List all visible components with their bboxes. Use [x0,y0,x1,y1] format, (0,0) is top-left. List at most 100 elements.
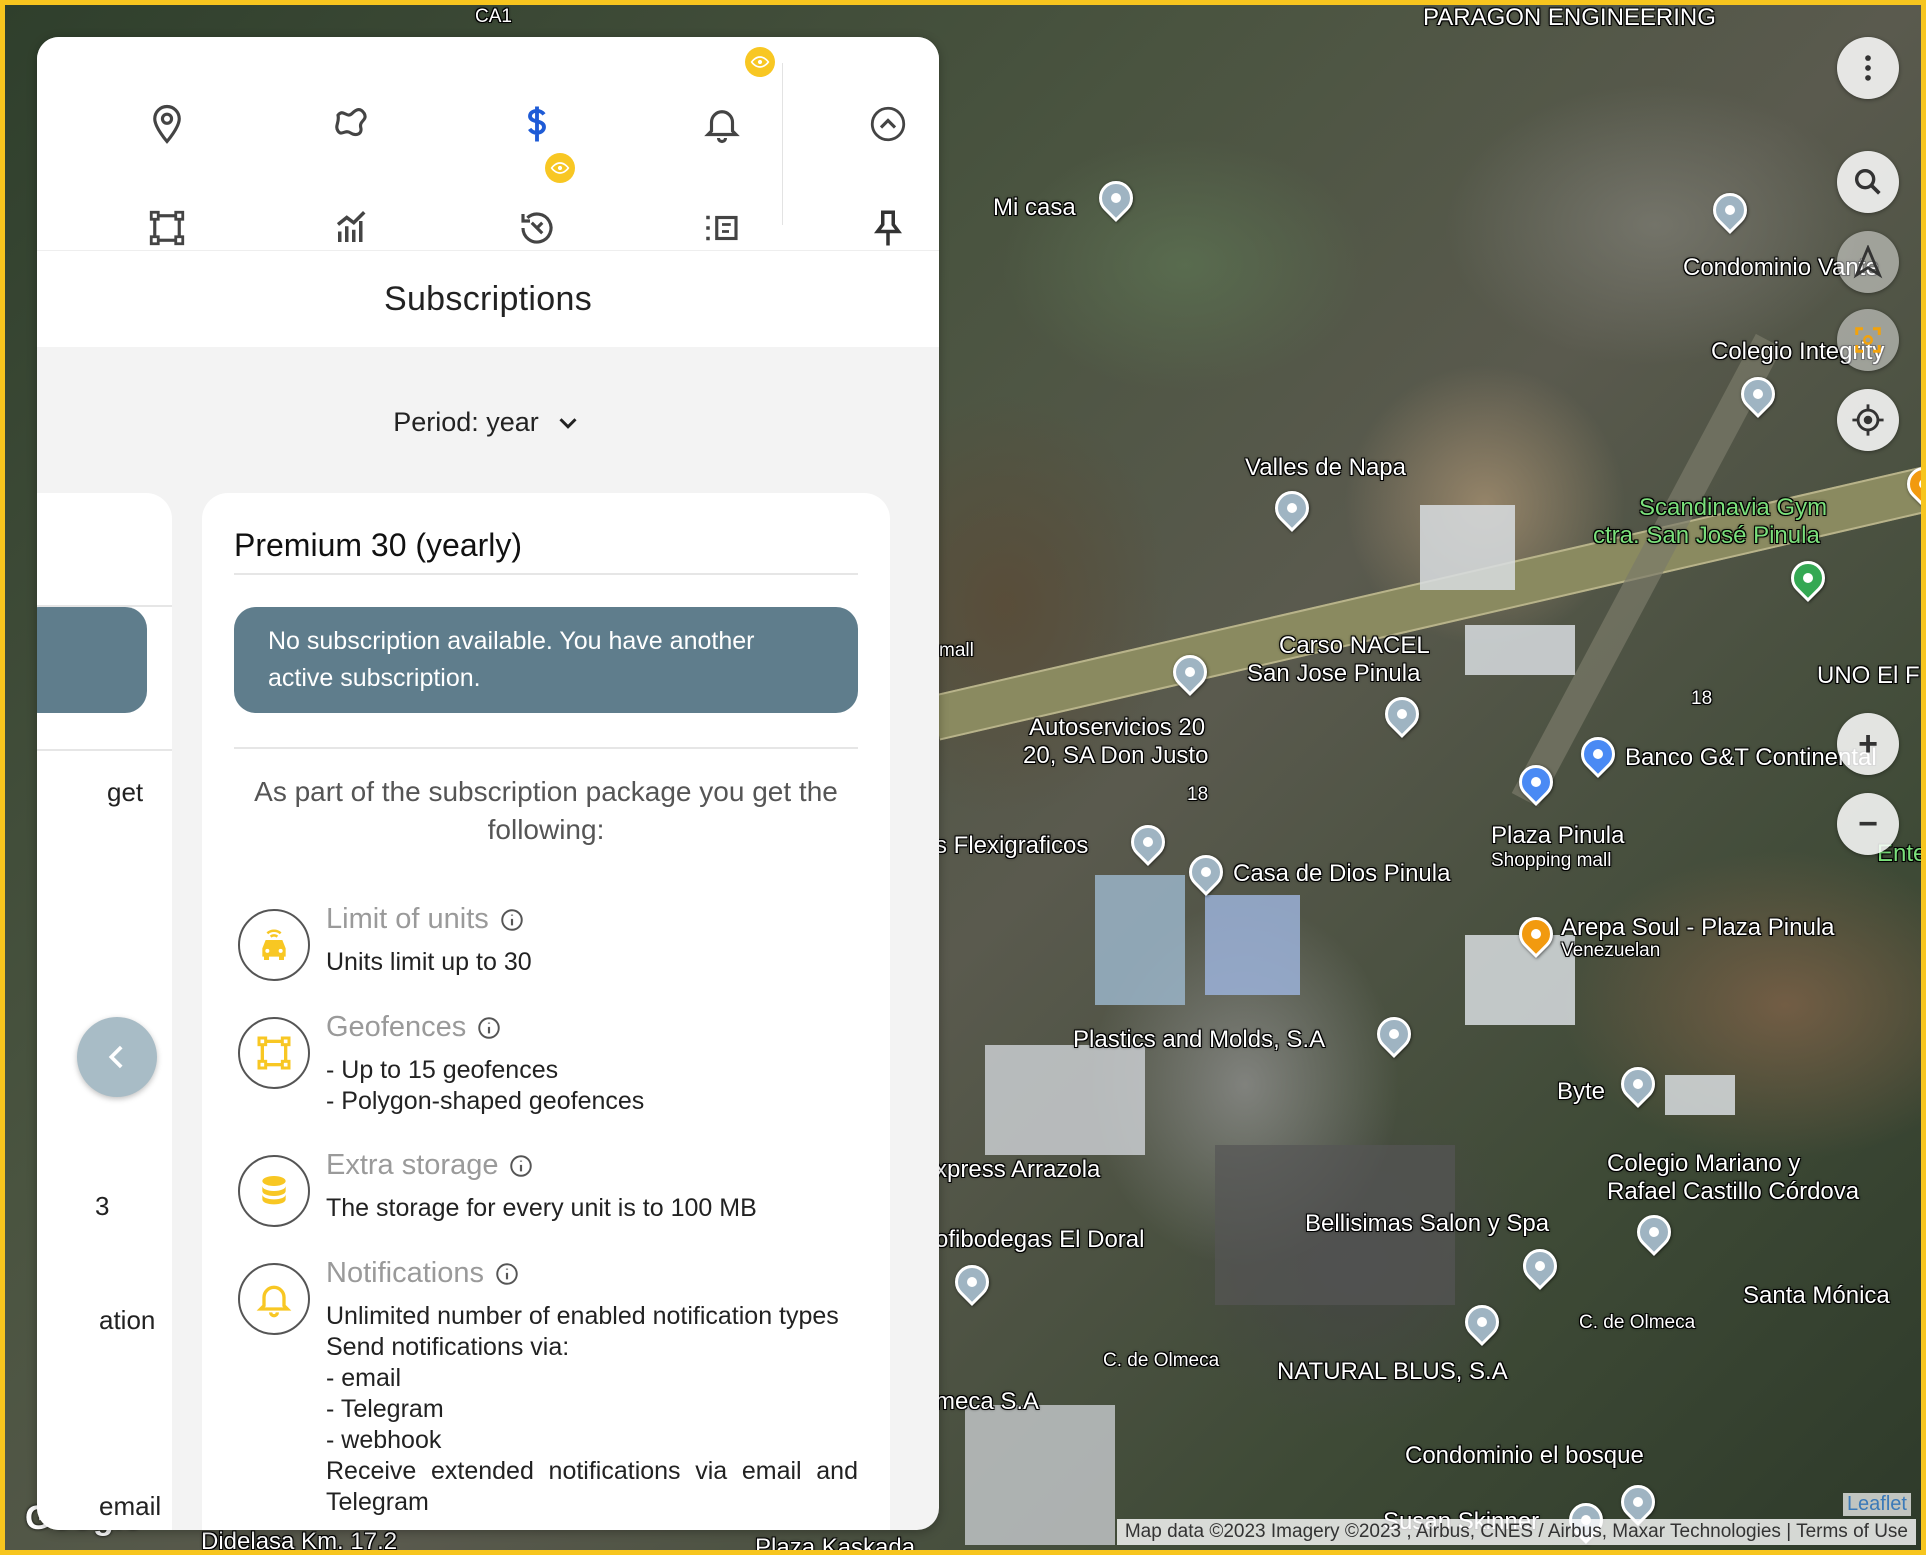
building [965,1405,1115,1545]
navigate-button[interactable] [1837,231,1899,293]
feature-description: - Up to 15 geofences - Polygon-shaped ge… [326,1056,645,1115]
map-label: Mi casa [993,194,1076,221]
map-pin[interactable] [1267,483,1317,533]
map-pin[interactable] [1181,847,1231,897]
page-title: Subscriptions [37,251,939,347]
history-icon [521,212,553,244]
plan-title: Premium 30 (yearly) [234,527,523,563]
map-label: mall [939,640,974,661]
database-icon [262,1176,286,1205]
map-pin[interactable] [1457,1297,1507,1347]
map-label: Bellisimas Salon y Spa [1305,1210,1550,1237]
location-icon [153,104,181,144]
eye-icon [550,162,570,174]
map-label: Colegio Mariano y [1607,1150,1801,1177]
search-button[interactable] [1837,151,1899,213]
map-label: PARAGON ENGINEERING [1423,4,1716,31]
focus-frame-icon [1855,327,1881,353]
map-label: Plaza Pinula [1491,822,1625,849]
feature-name: Notifications [326,1257,484,1289]
info-icon[interactable] [476,1015,502,1041]
map-label: San Jose Pinula [1247,660,1421,687]
feature-description: Units limit up to 30 [326,948,532,976]
map-label: Plaza Kaskada [755,1534,916,1555]
previous-card-notice: r [37,607,147,713]
road-shield: 18 [1187,784,1209,805]
map-pin[interactable] [1705,185,1755,235]
chevron-up-circle-icon [870,106,906,142]
tool-routes[interactable] [307,79,397,169]
map-pin[interactable] [1783,553,1833,603]
focus-button[interactable] [1837,309,1899,371]
building [985,1045,1145,1155]
eye-badge [745,47,775,77]
geofence-icon [149,210,185,246]
map-label: C. de Olmeca [1579,1312,1696,1333]
road-shield: CA1 [475,6,512,27]
map-label: UNO El F [1817,662,1920,689]
feature-name: Geofences [326,1011,467,1043]
toolbar [37,37,939,251]
pin-icon [874,210,902,246]
map-pin[interactable] [947,1257,997,1307]
tool-notifications[interactable] [677,79,767,169]
info-icon[interactable] [499,907,525,933]
route-icon [335,108,367,137]
building [1465,625,1575,675]
info-icon[interactable] [508,1153,534,1179]
map-label: ctra. San José Pinula [1593,522,1820,549]
map-label: Shopping mall [1491,850,1612,871]
map-pin[interactable] [1573,729,1623,779]
previous-plan-button[interactable] [77,1017,157,1097]
map-label: NATURAL BLUS, S.A [1277,1358,1508,1385]
highway [929,448,1921,741]
map-label: Didelasa Km. 17.2 [201,1528,398,1555]
period-label: Period: year [393,407,539,437]
map-label: Byte [1557,1078,1606,1105]
eye-icon [750,56,770,68]
bell-icon [256,1285,292,1318]
info-icon[interactable] [494,1261,520,1287]
building [1095,875,1185,1005]
feature-description: The storage for every unit is to 100 MB [326,1194,757,1222]
map-pin[interactable] [1123,817,1173,867]
my-location-button[interactable] [1837,389,1899,451]
period-selector[interactable]: Period: year [37,407,939,438]
search-icon [1854,168,1881,195]
map-label: 20, SA Don Justo [1023,742,1209,769]
feature-name: Extra storage [326,1149,499,1181]
zoom-in-button[interactable]: + [1837,713,1899,775]
more-options-button[interactable] [1837,37,1899,99]
tool-objects[interactable] [122,79,212,169]
leaflet-link[interactable]: Leaflet [1842,1493,1911,1516]
map-pin[interactable] [1091,173,1141,223]
zoom-out-button[interactable]: − [1837,793,1899,855]
map-pin[interactable] [1613,1059,1663,1109]
map-label: Arepa Soul - Plaza Pinula [1561,914,1835,941]
eye-badge [545,153,575,183]
car-icon [262,929,286,960]
subscription-notice: No subscription available. You have anot… [234,607,858,713]
terms-link[interactable]: Terms of Use [1796,1521,1908,1542]
navigation-arrow-icon [1853,245,1883,279]
subscription-card: Premium 30 (yearly) No subscription avai… [202,493,890,1530]
map-label: Autoservicios 20 [1029,714,1206,741]
map-pin[interactable] [1377,689,1427,739]
package-intro: As part of the subscription package you … [254,776,838,845]
collapse-toolbar-button[interactable] [843,79,933,169]
map-label: Valles de Napa [1245,454,1406,481]
map-pin[interactable] [1369,1009,1419,1059]
app-frame: PARAGON ENGINEERING Mi casa Condominio V… [0,0,1926,1555]
building [1205,895,1300,995]
subscriptions-panel: Subscriptions Period: year r get 3 ation… [37,37,939,1530]
dollar-icon [528,106,546,142]
geofence-icon [257,1036,291,1070]
road-shield: 18 [1691,688,1713,709]
map-label: Venezuelan [1561,940,1661,961]
map-label: Casa de Dios Pinula [1233,860,1451,887]
more-vertical-icon [1865,55,1871,81]
map-label: Rafael Castillo Córdova [1607,1178,1860,1205]
map-pin[interactable] [1515,1241,1565,1291]
map-pin[interactable] [1629,1207,1679,1257]
building [1420,505,1515,590]
